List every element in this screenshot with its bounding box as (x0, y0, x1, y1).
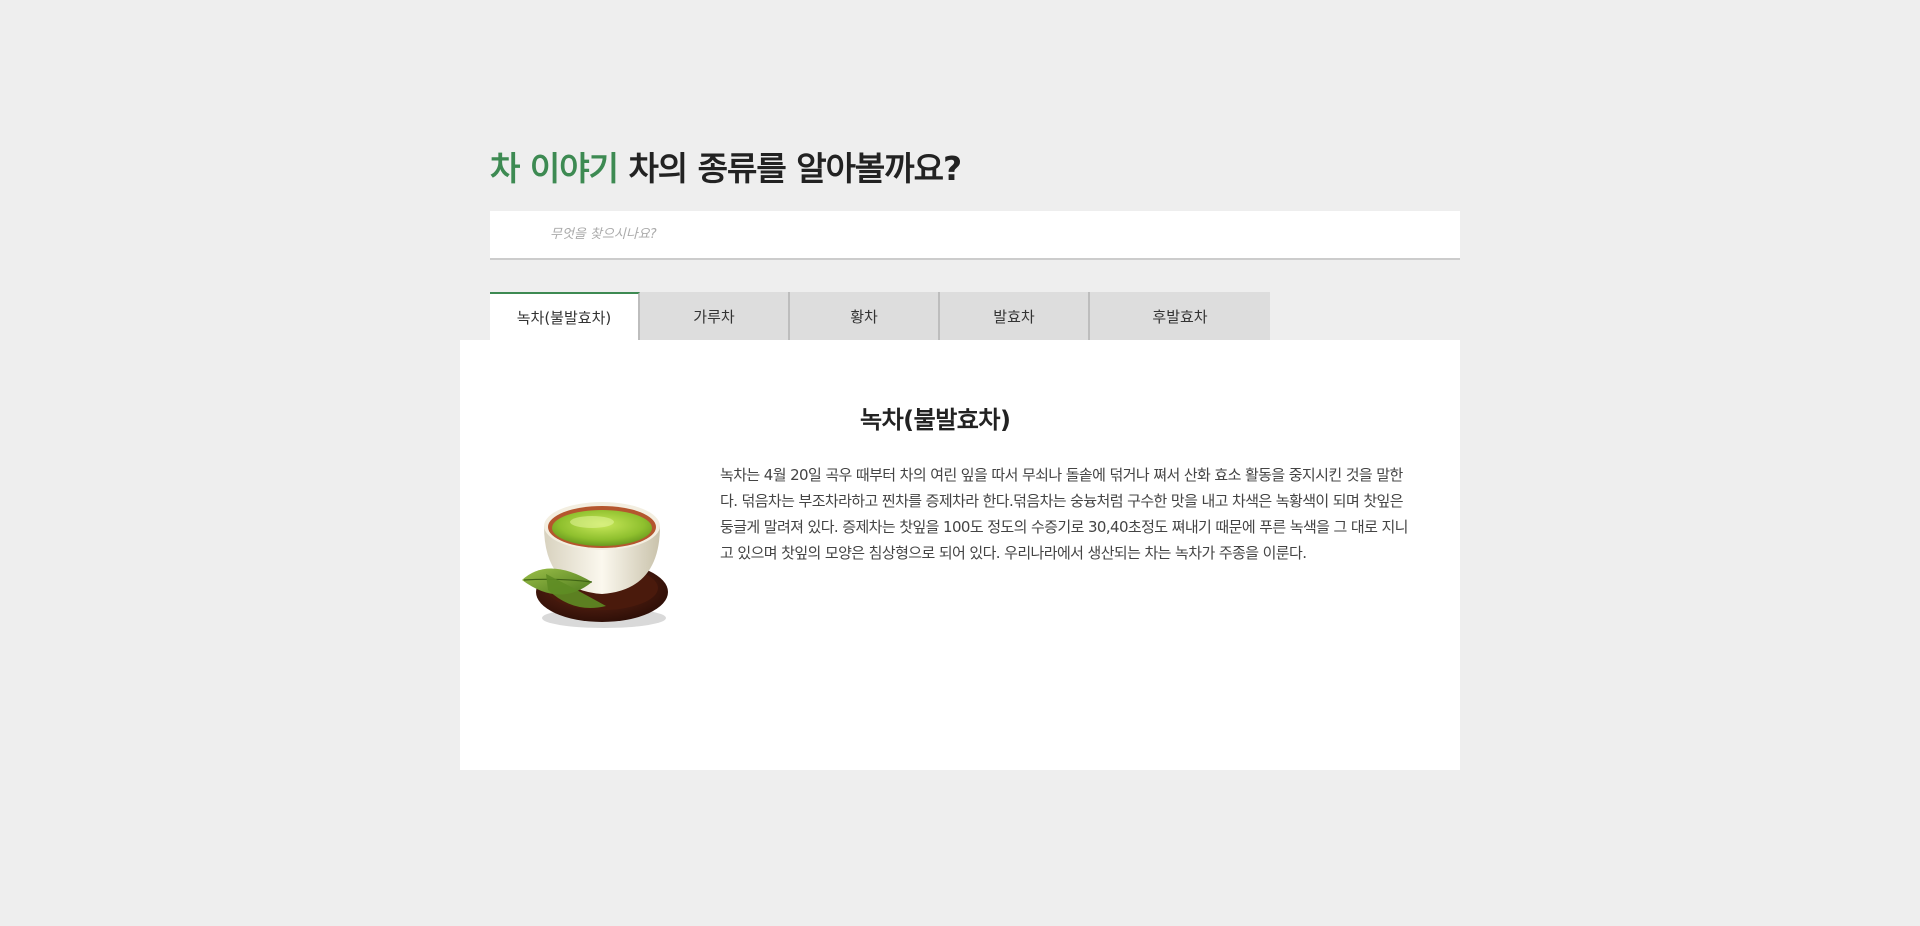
tab-yellow-tea[interactable]: 황차 (790, 292, 940, 340)
search-input[interactable] (550, 211, 1430, 258)
search-bar (490, 211, 1460, 260)
content-description: 녹차는 4월 20일 곡우 때부터 차의 여린 잎을 따서 무쇠나 돌솥에 덖거… (720, 466, 1408, 562)
green-tea-cup-icon (518, 490, 678, 630)
tab-green-tea[interactable]: 녹차(불발효차) (490, 292, 640, 340)
tab-powdered-tea[interactable]: 가루차 (640, 292, 790, 340)
tab-content-panel: 녹차(불발효차) 녹차는 4월 20일 곡우 때부터 차의 여린 잎을 따서 무… (460, 340, 1460, 770)
tab-bar: 녹차(불발효차) 가루차 황차 발효차 후발효차 (490, 292, 1270, 340)
page-title-accent: 차 이야기 (490, 149, 619, 188)
tab-post-fermented-tea[interactable]: 후발효차 (1090, 292, 1270, 340)
page-title-rest: 차의 종류를 알아볼까요? (628, 149, 962, 188)
tab-fermented-tea[interactable]: 발효차 (940, 292, 1090, 340)
page-title: 차 이야기 차의 종류를 알아볼까요? (490, 146, 962, 192)
content-title: 녹차(불발효차) (860, 406, 1011, 434)
